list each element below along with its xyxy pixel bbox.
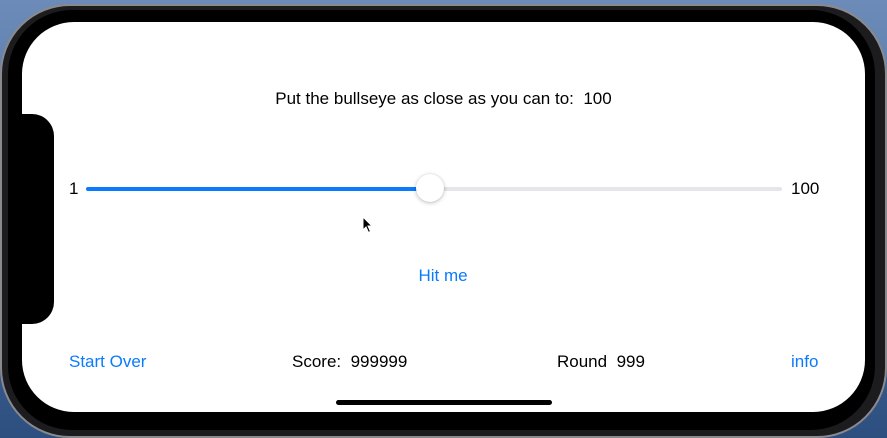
notch xyxy=(22,114,54,324)
slider-min-label: 1 xyxy=(69,179,79,198)
slider-max-label: 100 xyxy=(791,179,820,198)
round-label: Round xyxy=(557,352,608,371)
target-prompt: Put the bullseye as close as you can to:… xyxy=(22,89,865,109)
slider-thumb[interactable] xyxy=(416,174,444,202)
app-screen: Put the bullseye as close as you can to:… xyxy=(22,22,865,412)
round-display: Round 999 xyxy=(557,352,645,372)
target-prompt-label: Put the bullseye as close as you can to: xyxy=(275,89,574,108)
bullseye-slider[interactable] xyxy=(86,172,782,206)
pointer-cursor-icon xyxy=(362,216,374,234)
start-over-button[interactable]: Start Over xyxy=(69,352,146,372)
score-display: Score: 999999 xyxy=(292,352,407,372)
slider-track-fill xyxy=(86,187,430,191)
score-value: 999999 xyxy=(350,352,408,371)
score-label: Score: xyxy=(292,352,342,371)
round-spacer xyxy=(607,352,616,371)
target-value: 100 xyxy=(583,89,612,108)
home-indicator[interactable] xyxy=(336,400,552,405)
hit-me-button[interactable]: Hit me xyxy=(393,266,493,286)
score-spacer xyxy=(341,352,350,371)
target-prompt-spacer xyxy=(574,89,583,108)
info-button[interactable]: info xyxy=(791,352,818,372)
round-value: 999 xyxy=(616,352,645,371)
